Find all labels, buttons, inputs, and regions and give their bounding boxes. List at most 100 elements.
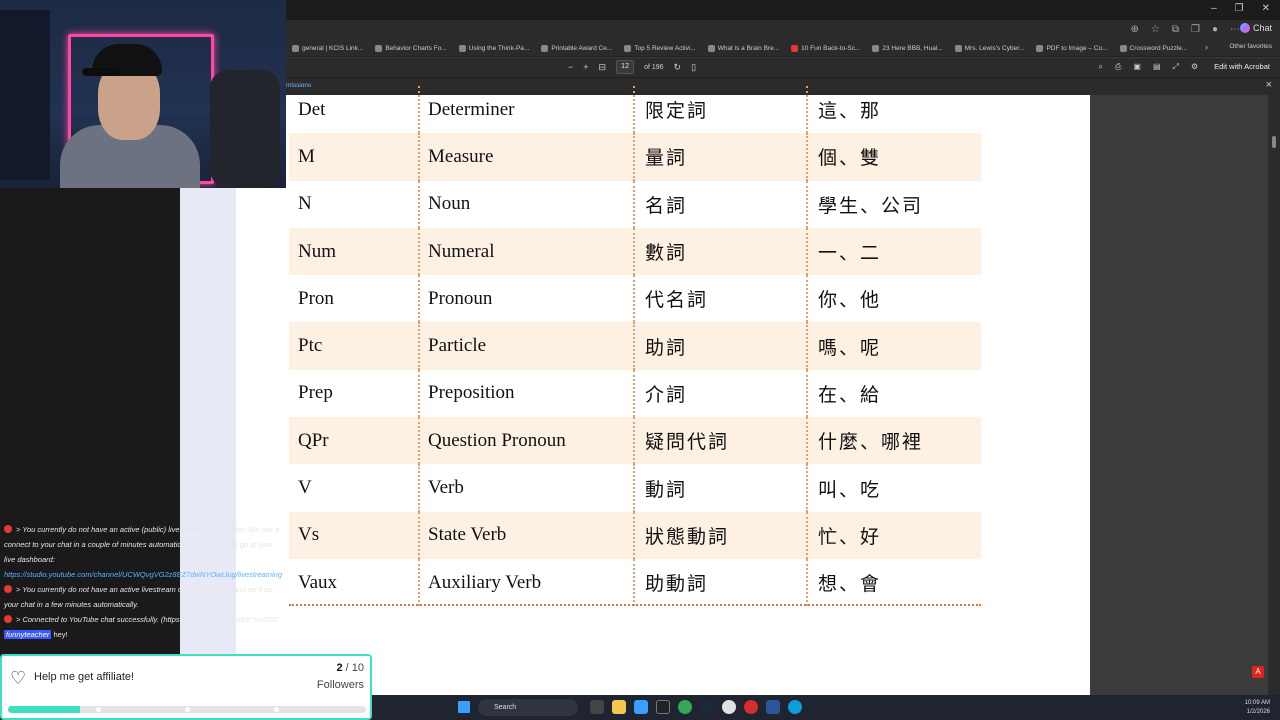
favorite-item[interactable]: general | KCIS Link... <box>286 44 369 52</box>
chat-link[interactable]: https://studio.youtube.com/channel/UCWQv… <box>0 567 292 582</box>
address-bar: ⊕ ☆ ⧉ ❒ ● ⋯ Chat <box>286 20 1280 40</box>
window-controls: – ❐ ✕ <box>1211 3 1270 14</box>
chat-message: funnyteacher hey! <box>0 627 292 642</box>
english-term-cell: Pronoun <box>420 275 635 323</box>
search-icon[interactable]: ⌕ <box>1099 62 1103 72</box>
favorite-item[interactable]: Mrs. Lewis's Cyber... <box>949 44 1031 52</box>
abbreviation-cell: Vaux <box>289 558 420 607</box>
print-icon[interactable]: ⎙ <box>1115 62 1121 72</box>
abbreviation-cell: Prep <box>289 369 420 418</box>
fit-page-icon[interactable]: ⊟ <box>599 62 607 73</box>
zoom-out-icon[interactable]: − <box>568 62 573 72</box>
goal-progress-fill <box>8 706 80 713</box>
favorite-item[interactable]: Behavior Charts Fo... <box>369 44 452 52</box>
save-as-icon[interactable]: ▤ <box>1153 62 1161 72</box>
english-term-cell: Preposition <box>420 369 635 418</box>
extensions-icon[interactable]: ⧉ <box>1172 24 1179 35</box>
windows-taskbar: Search 10:09 AM 1/2/2026 <box>372 695 1280 720</box>
chevron-right-icon[interactable]: › <box>1205 42 1208 52</box>
collections-icon[interactable]: ❒ <box>1191 24 1200 35</box>
word-icon[interactable] <box>766 700 780 714</box>
example-cell: 個、雙 <box>818 148 882 170</box>
chat-username: funnyteacher <box>4 630 52 639</box>
task-view-icon[interactable] <box>590 700 604 714</box>
favorite-item[interactable]: What is a Brain Bre... <box>702 44 785 52</box>
example-cell: 一、二 <box>818 243 882 265</box>
obs-icon[interactable] <box>656 700 670 714</box>
restore-icon[interactable]: ❐ <box>1235 3 1244 14</box>
goal-label: Help me get affiliate! <box>34 671 135 683</box>
english-term-cell: State Verb <box>420 511 635 559</box>
system-clock[interactable]: 10:09 AM 1/2/2026 <box>1245 699 1270 717</box>
chinese-term-cell: 疑問代詞 <box>635 417 808 465</box>
example-cell: 你、他 <box>818 290 882 312</box>
chat-line: your chat in a few minutes automatically… <box>4 600 139 609</box>
more-icon[interactable]: ⋯ <box>1230 24 1240 35</box>
acrobat-icon[interactable]: A <box>1252 666 1264 678</box>
favorite-item[interactable]: Printable Award Ce... <box>535 44 618 52</box>
zoom-icon[interactable]: ⊕ <box>1130 24 1138 35</box>
abbreviation-cell: Vs <box>289 511 420 559</box>
table-row: N Noun 名詞 學生、公司 <box>289 180 981 228</box>
favorite-item[interactable]: Crossword Puzzle... <box>1114 44 1194 52</box>
app-icon[interactable] <box>744 700 758 714</box>
favorite-item[interactable]: Using the Think-Pa... <box>453 44 536 52</box>
rotate-icon[interactable]: ↻ <box>674 62 682 73</box>
chinese-term-cell: 名詞 <box>635 180 808 228</box>
english-term-cell: Numeral <box>420 227 635 276</box>
favorite-item[interactable]: Top 5 Review Activi... <box>618 44 701 52</box>
english-term-cell: Measure <box>420 133 635 181</box>
abbreviation-cell: V <box>289 464 420 512</box>
stream-chat-log: > You currently do not have an active (p… <box>0 522 292 642</box>
example-cell: 嗎、呢 <box>818 337 882 359</box>
page-total: of 196 <box>644 63 664 71</box>
fullscreen-icon[interactable]: ⤢ <box>1173 62 1179 72</box>
webcam-overlay <box>0 0 286 188</box>
steam-icon[interactable] <box>700 700 714 714</box>
windows-start-icon[interactable] <box>458 701 470 713</box>
abbreviation-cell: Num <box>289 227 420 276</box>
close-icon[interactable]: ✕ <box>1262 3 1270 14</box>
page-view-icon[interactable]: ▯ <box>691 62 696 73</box>
page-number-input[interactable]: 12 <box>616 60 635 74</box>
store-icon[interactable] <box>634 700 648 714</box>
taskbar-search[interactable]: Search <box>478 699 578 716</box>
favicon-icon <box>458 44 466 52</box>
edit-with-acrobat-button[interactable]: Edit with Acrobat <box>1214 62 1270 72</box>
favicon-icon <box>954 44 962 52</box>
settings-icon[interactable]: ⚙ <box>1191 62 1198 72</box>
favorite-item[interactable]: 23 Here BBB, Hual... <box>866 44 948 52</box>
other-favorites[interactable]: Other favorites <box>1229 43 1272 50</box>
abbreviation-cell: M <box>289 133 420 181</box>
example-cell: 在、給 <box>818 384 882 406</box>
edge-icon[interactable] <box>788 700 802 714</box>
browser-icon[interactable] <box>722 700 736 714</box>
abbreviation-cell: N <box>289 180 420 228</box>
close-icon[interactable]: × <box>1266 79 1272 91</box>
chrome-icon[interactable] <box>678 700 692 714</box>
scrollbar-thumb[interactable] <box>1272 136 1276 148</box>
table-row: Vs State Verb 狀態動詞 忙、好 <box>289 511 981 559</box>
table-row: V Verb 動詞 叫、吃 <box>289 464 981 512</box>
heart-icon: ♡ <box>10 668 27 688</box>
favicon-icon <box>541 44 549 52</box>
profile-icon[interactable]: ● <box>1212 24 1218 35</box>
english-term-cell: Auxiliary Verb <box>420 558 635 607</box>
affiliate-goal-widget: ♡ Help me get affiliate! 2 / 10 Follower… <box>0 654 372 720</box>
scrollbar[interactable] <box>1268 95 1280 695</box>
favorite-star-icon[interactable]: ☆ <box>1151 24 1160 35</box>
abbreviation-cell: Ptc <box>289 322 420 370</box>
zoom-in-icon[interactable]: + <box>583 62 588 72</box>
example-cell: 什麼、哪裡 <box>818 432 924 454</box>
copilot-chat-button[interactable]: Chat <box>1239 23 1272 33</box>
favorite-item[interactable]: PDF to Image – Co... <box>1030 44 1113 52</box>
minimize-icon[interactable]: – <box>1211 3 1217 14</box>
save-icon[interactable]: ▣ <box>1133 62 1141 72</box>
chinese-term-cell: 代名詞 <box>635 275 808 323</box>
abbreviation-cell: QPr <box>289 417 420 465</box>
file-explorer-icon[interactable] <box>612 700 626 714</box>
english-term-cell: Particle <box>420 322 635 370</box>
favorite-item[interactable]: 10 Fun Back-to-Sc... <box>785 44 866 52</box>
favicon-icon <box>791 44 799 52</box>
chinese-term-cell: 量詞 <box>635 133 808 181</box>
